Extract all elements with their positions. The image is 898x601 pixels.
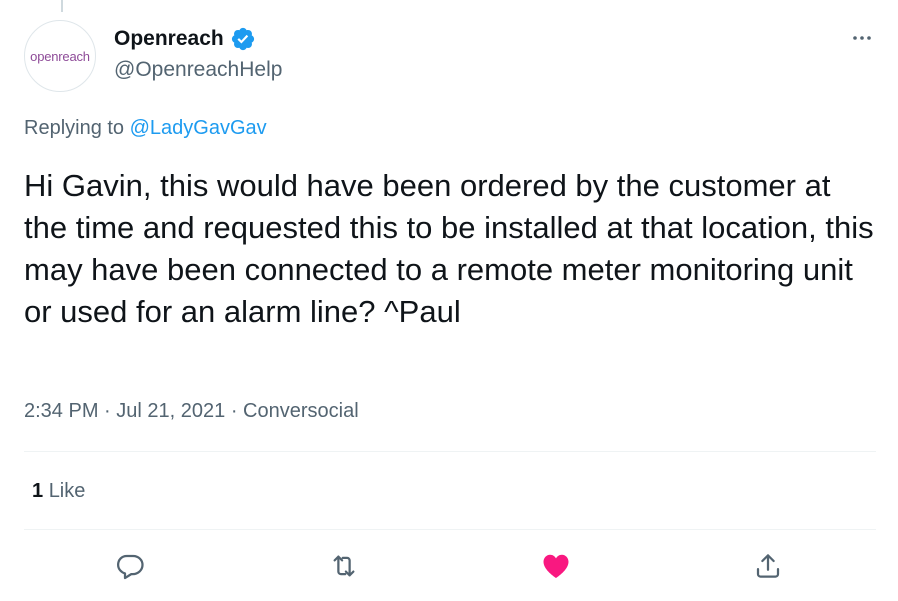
thread-connector [61,0,63,12]
like-count: 1 [32,480,44,502]
share-icon [756,554,780,578]
reply-icon [117,554,144,580]
like-button[interactable] [538,548,574,584]
more-options-button[interactable] [846,22,878,54]
like-stats-link[interactable]: 1 Like [32,480,85,503]
share-button[interactable] [750,548,786,584]
reply-mention-link[interactable]: @LadyGavGav [130,117,267,139]
retweet-icon [333,555,355,577]
tweet-time[interactable]: 2:34 PM [24,400,98,422]
replying-to-label: Replying to [24,117,125,139]
tweet-metadata: 2:34 PM · Jul 21, 2021 · Conversocial [24,400,359,423]
meta-separator: · [230,400,244,422]
replying-to: Replying to @LadyGavGav [24,117,267,140]
avatar-logo-text: openreach [30,48,90,64]
like-label: Like [48,480,86,502]
divider [24,529,876,530]
tweet-source[interactable]: Conversocial [243,400,359,422]
avatar[interactable]: openreach [24,20,96,92]
meta-separator: · [104,400,117,422]
like-icon [543,554,569,578]
more-dots-icon [853,36,871,40]
author-handle[interactable]: @OpenreachHelp [114,58,282,82]
reply-button[interactable] [112,548,148,584]
retweet-button[interactable] [326,548,362,584]
tweet-text: Hi Gavin, this would have been ordered b… [24,168,874,329]
author-name-row: Openreach [114,26,256,52]
tweet-date[interactable]: Jul 21, 2021 [116,400,225,422]
author-display-name[interactable]: Openreach [114,27,224,51]
divider [24,451,876,452]
verified-badge-icon [230,26,256,52]
